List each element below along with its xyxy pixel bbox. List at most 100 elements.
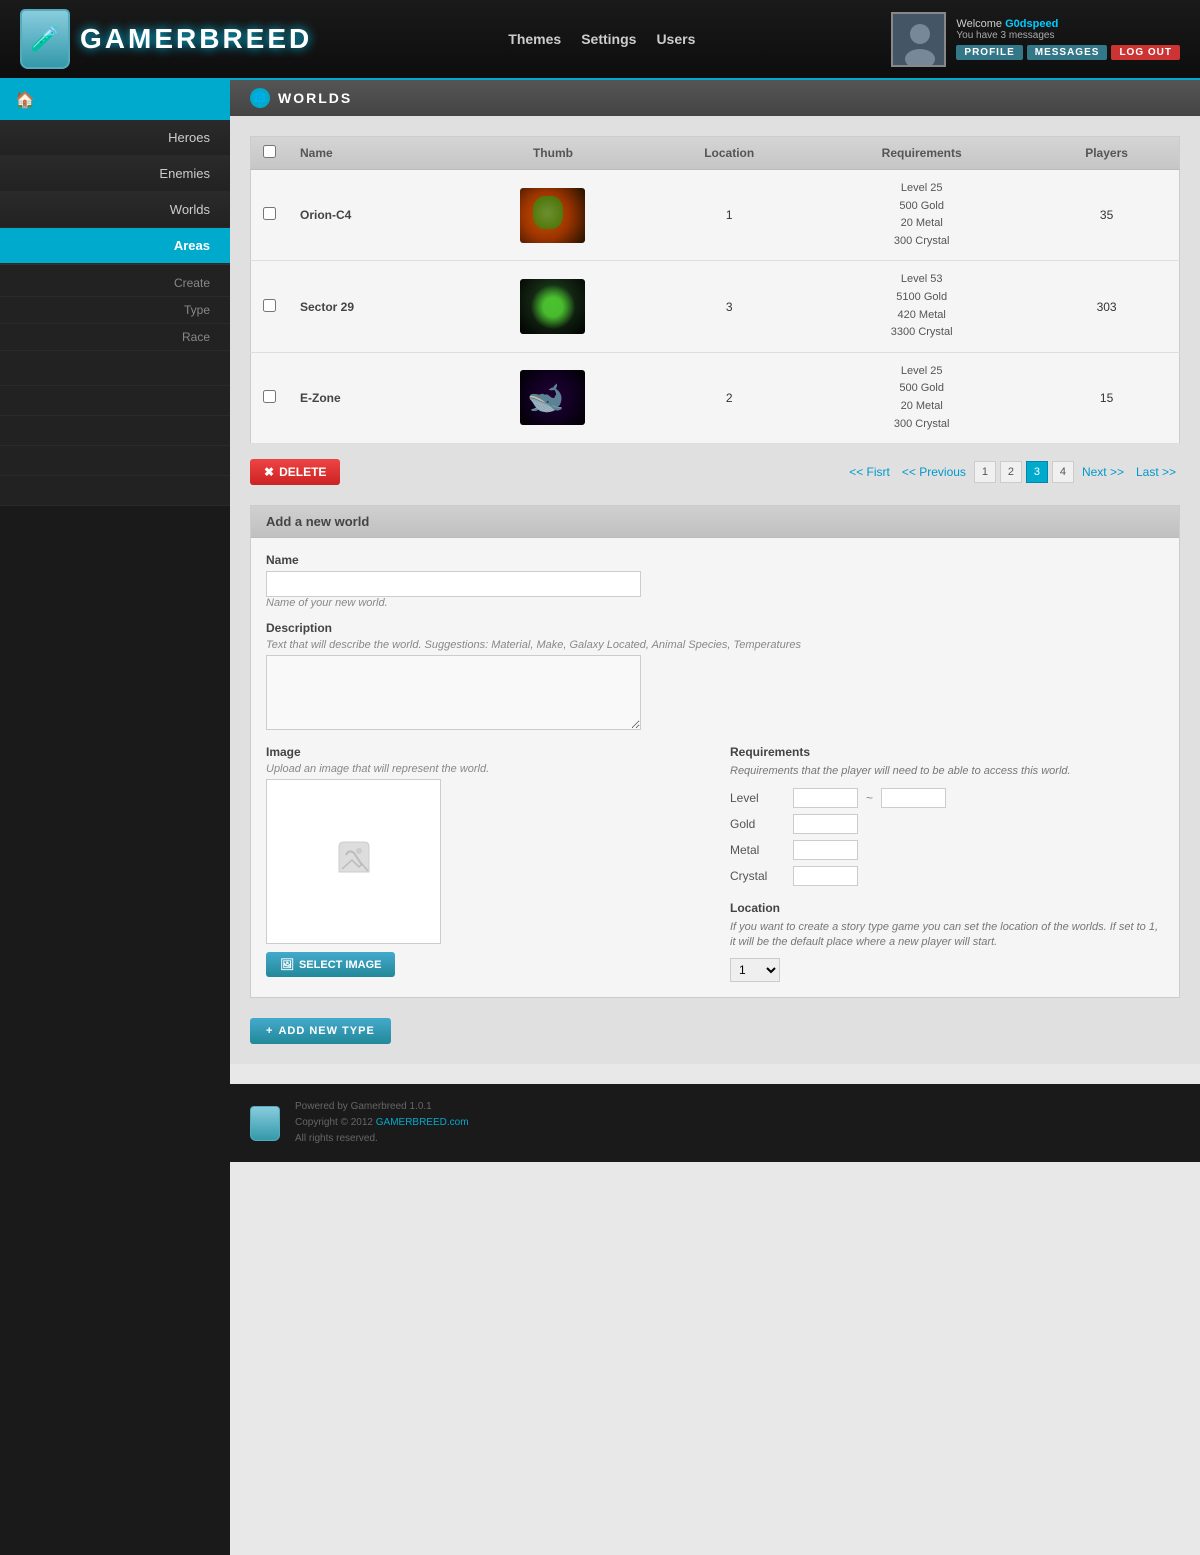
user-info: Welcome G0dspeed You have 3 messages PRO… — [956, 18, 1180, 60]
username: G0dspeed — [1005, 18, 1058, 30]
gold-label: Gold — [730, 817, 785, 831]
pagination: << Fisrt << Previous 1 2 3 4 Next >> Las… — [845, 461, 1180, 483]
nav-settings[interactable]: Settings — [581, 31, 636, 47]
prev-page-link[interactable]: << Previous — [898, 463, 970, 481]
row-thumb-ezone — [457, 352, 649, 443]
delete-button[interactable]: ✖ DELETE — [250, 459, 340, 485]
col-thumb: Thumb — [457, 137, 649, 170]
page-num-3[interactable]: 3 — [1026, 461, 1048, 483]
col-requirements: Requirements — [809, 137, 1034, 170]
crystal-input[interactable] — [793, 866, 858, 886]
avatar — [891, 12, 946, 67]
gold-row: Gold — [730, 814, 1164, 834]
location-select[interactable]: 1 2 3 — [730, 958, 780, 982]
image-label: Image — [266, 745, 700, 759]
row-checkbox-1[interactable] — [263, 207, 276, 220]
row-name-sector: Sector 29 — [288, 261, 457, 352]
table-row: Orion-C4 1 Level 25500 Gold20 Metal300 C… — [251, 170, 1180, 261]
row-players-ezone: 15 — [1034, 352, 1179, 443]
col-name: Name — [288, 137, 457, 170]
messages-button[interactable]: MESSAGES — [1027, 45, 1108, 60]
name-hint: Name of your new world. — [266, 597, 1164, 609]
page-title: WORLDS — [278, 90, 352, 106]
delete-icon: ✖ — [264, 465, 274, 479]
nav-themes[interactable]: Themes — [508, 31, 561, 47]
crystal-label: Crystal — [730, 869, 785, 883]
table-header-row: Name Thumb Location Requirements Players — [251, 137, 1180, 170]
layout: 🏠 Heroes Enemies Worlds Areas Create Typ… — [0, 80, 1200, 1555]
add-world-section: Add a new world Name Name of your new wo… — [250, 505, 1180, 998]
add-type-button[interactable]: + ADD NEW TYPE — [250, 1018, 391, 1044]
sidebar-item-areas[interactable]: Areas — [0, 228, 230, 264]
sidebar-spacer-2 — [0, 386, 230, 416]
row-location-orion: 1 — [649, 170, 809, 261]
level-label: Level — [730, 791, 785, 805]
pagination-bar: ✖ DELETE << Fisrt << Previous 1 2 3 4 Ne… — [250, 459, 1180, 485]
footer-logo — [250, 1106, 280, 1141]
description-group: Description Text that will describe the … — [266, 621, 1164, 733]
form-two-col: Image Upload an image that will represen… — [266, 745, 1164, 982]
level-input[interactable] — [793, 788, 858, 808]
page-num-2[interactable]: 2 — [1000, 461, 1022, 483]
select-image-button[interactable]: 🖼 SELECT IMAGE — [266, 952, 395, 977]
gold-input[interactable] — [793, 814, 858, 834]
sidebar-item-heroes[interactable]: Heroes — [0, 120, 230, 156]
sidebar-main-nav: Heroes Enemies Worlds Areas — [0, 120, 230, 265]
sidebar-spacer-3 — [0, 416, 230, 446]
image-upload-box — [266, 779, 441, 944]
name-input[interactable] — [266, 571, 641, 597]
row-checkbox-cell — [251, 170, 289, 261]
sidebar-item-enemies[interactable]: Enemies — [0, 156, 230, 192]
name-group: Name Name of your new world. — [266, 553, 1164, 609]
nav-users[interactable]: Users — [656, 31, 695, 47]
metal-input[interactable] — [793, 840, 858, 860]
row-checkbox-3[interactable] — [263, 390, 276, 403]
sidebar-sub-create[interactable]: Create — [0, 270, 230, 297]
sidebar-sub-race[interactable]: Race — [0, 324, 230, 351]
tilde-icon: ~ — [866, 791, 873, 805]
sidebar-home[interactable]: 🏠 — [0, 80, 230, 120]
sidebar-item-worlds[interactable]: Worlds — [0, 192, 230, 228]
image-section: Image Upload an image that will represen… — [266, 745, 700, 982]
select-all-checkbox[interactable] — [263, 145, 276, 158]
form-body: Name Name of your new world. Description… — [251, 538, 1179, 997]
last-page-link[interactable]: Last >> — [1132, 463, 1180, 481]
row-players-orion: 35 — [1034, 170, 1179, 261]
col-checkbox — [251, 137, 289, 170]
sidebar-sub-nav: Create Type Race — [0, 265, 230, 356]
page-title-bar: 🌐 WORLDS — [230, 80, 1200, 116]
location-label: Location — [730, 901, 1164, 915]
footer-text: Powered by Gamerbreed 1.0.1 Copyright © … — [295, 1099, 469, 1147]
thumb-ezone-image — [520, 370, 585, 425]
sidebar-sub-type[interactable]: Type — [0, 297, 230, 324]
thumb-orion-image — [520, 188, 585, 243]
crystal-row: Crystal — [730, 866, 1164, 886]
next-page-link[interactable]: Next >> — [1078, 463, 1128, 481]
user-area: Welcome G0dspeed You have 3 messages PRO… — [891, 12, 1180, 67]
row-thumb-sector — [457, 261, 649, 352]
row-checkbox-2[interactable] — [263, 299, 276, 312]
table-row: Sector 29 3 Level 535100 Gold420 Metal33… — [251, 261, 1180, 352]
add-type-icon: + — [266, 1025, 273, 1037]
footer-copyright: Copyright © 2012 GAMERBREED.com — [295, 1115, 469, 1131]
page-num-4[interactable]: 4 — [1052, 461, 1074, 483]
row-name-orion: Orion-C4 — [288, 170, 457, 261]
row-req-orion: Level 25500 Gold20 Metal300 Crystal — [809, 170, 1034, 261]
worlds-table: Name Thumb Location Requirements Players — [250, 136, 1180, 444]
description-textarea[interactable] — [266, 655, 641, 730]
page-num-1[interactable]: 1 — [974, 461, 996, 483]
profile-button[interactable]: PROFILE — [956, 45, 1022, 60]
table-row: E-Zone 2 Level 25500 Gold20 Metal300 Cry… — [251, 352, 1180, 443]
level-max-input[interactable] — [881, 788, 946, 808]
first-page-link[interactable]: << Fisrt — [845, 463, 894, 481]
row-checkbox-cell — [251, 352, 289, 443]
image-placeholder-icon — [324, 827, 384, 897]
footer-rights: All rights reserved. — [295, 1131, 469, 1147]
user-buttons: PROFILE MESSAGES LOG OUT — [956, 45, 1180, 60]
description-hint: Text that will describe the world. Sugge… — [266, 639, 1164, 651]
footer-link[interactable]: GAMERBREED.com — [376, 1117, 469, 1128]
logout-button[interactable]: LOG OUT — [1111, 45, 1180, 60]
welcome-text: Welcome G0dspeed — [956, 18, 1180, 30]
image-hint: Upload an image that will represent the … — [266, 763, 700, 775]
logo-text: GAMERBREED — [80, 23, 312, 55]
